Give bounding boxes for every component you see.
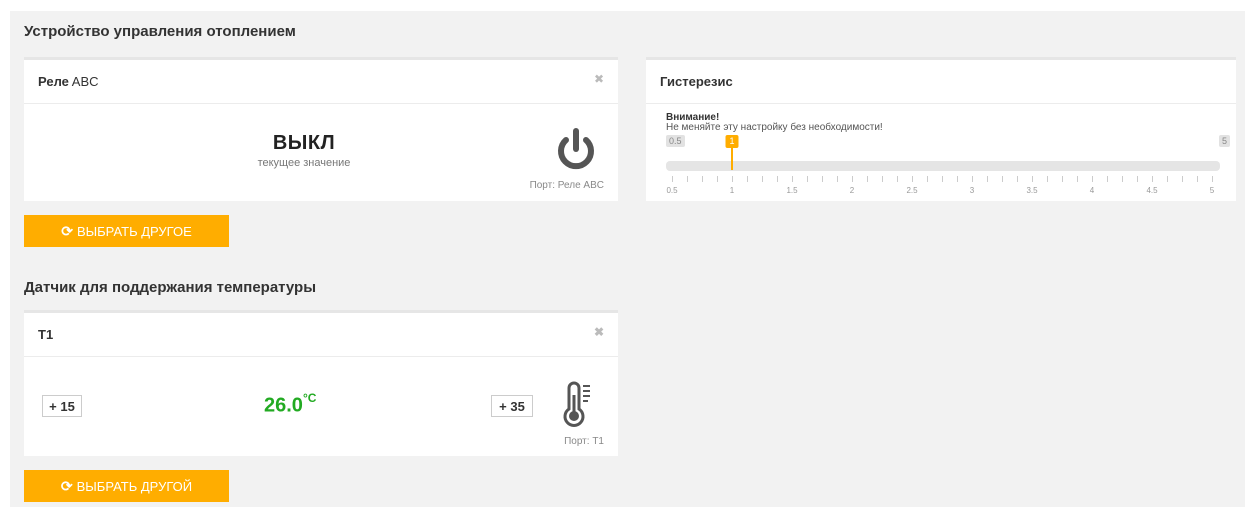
slider-tick: [1017, 176, 1018, 182]
relay-state-caption: текущее значение: [257, 157, 351, 169]
relay-card-header: Реле ABC ✖: [24, 60, 618, 104]
relay-title-rest: ABC: [68, 74, 99, 89]
max-temperature-box: + 35: [491, 395, 533, 417]
slider-tick-label: 1: [729, 186, 735, 195]
slider-handle[interactable]: [731, 148, 733, 170]
slider-tick: [897, 176, 898, 182]
slider-tick: [747, 176, 748, 182]
slider-tick: [672, 176, 673, 182]
thermometer-icon: [563, 381, 590, 427]
slider-tick: [837, 176, 838, 182]
relay-state: ВЫКЛ: [272, 132, 336, 154]
slider-tick: [1182, 176, 1183, 182]
slider-tick: [1167, 176, 1168, 182]
close-icon[interactable]: ✖: [594, 326, 604, 338]
select-other-sensor-button[interactable]: ⟳ ВЫБРАТЬ ДРУГОЙ: [24, 470, 229, 502]
slider-tick: [1032, 176, 1033, 182]
slider-tick-label: 4.5: [1146, 186, 1158, 195]
slider-tick-label: 2: [849, 186, 855, 195]
slider-tick: [1137, 176, 1138, 182]
slider-tick: [1152, 176, 1153, 182]
refresh-icon: ⟳: [61, 222, 73, 239]
close-icon[interactable]: ✖: [594, 73, 604, 85]
slider-tick: [942, 176, 943, 182]
slider-tick: [1062, 176, 1063, 182]
temperature-unit: °C: [302, 391, 317, 405]
slider-min-badge: 0.5: [666, 135, 685, 147]
slider-tick: [717, 176, 718, 182]
relay-card: Реле ABC ✖ ВЫКЛ текущее значение Порт: Р…: [24, 57, 618, 201]
slider-tick: [882, 176, 883, 182]
slider-track[interactable]: [666, 161, 1220, 171]
slider-tick: [762, 176, 763, 182]
sensor-name: T1: [38, 327, 54, 342]
slider-tick-label: 1.5: [786, 186, 798, 195]
hysteresis-card: Гистерезис Внимание! Не меняйте эту наст…: [646, 57, 1236, 201]
heating-settings-page: Устройство управления отоплением Реле AB…: [10, 11, 1245, 507]
slider-tick: [852, 176, 853, 182]
relay-value-block: ВЫКЛ текущее значение: [204, 132, 404, 169]
select-other-relay-button[interactable]: ⟳ ВЫБРАТЬ ДРУГОЕ: [24, 215, 229, 247]
slider-tick: [702, 176, 703, 182]
current-temperature-value: 26.0: [264, 394, 303, 417]
slider-tick: [927, 176, 928, 182]
slider-value-badge: 1: [725, 135, 739, 148]
slider-tick: [972, 176, 973, 182]
slider-tick: [1002, 176, 1003, 182]
slider-tick-label: 3: [969, 186, 975, 195]
slider-tick: [1197, 176, 1198, 182]
min-temperature-box: + 15: [42, 395, 82, 417]
slider-tick: [822, 176, 823, 182]
sensor-card: T1 ✖ + 15 26.0°C + 35 Порт: T1: [24, 310, 618, 456]
hysteresis-title: Гистерезис: [660, 74, 733, 89]
slider-max-badge: 5: [1218, 135, 1230, 147]
slider-tick-label: 3.5: [1026, 186, 1038, 195]
slider-tick: [732, 176, 733, 182]
slider-tick-label: 2.5: [906, 186, 918, 195]
slider-tick: [687, 176, 688, 182]
relay-port: Порт: Реле ABC: [529, 180, 604, 191]
slider-tick-label: 5: [1209, 186, 1215, 195]
slider-tick: [777, 176, 778, 182]
slider-tick: [1122, 176, 1123, 182]
slider-tick: [1047, 176, 1048, 182]
sensor-section-title: Датчик для поддержания температуры: [24, 279, 317, 296]
current-temperature: 26.0°C: [264, 391, 317, 418]
sensor-port: Порт: T1: [564, 436, 604, 447]
select-other-sensor-label: ВЫБРАТЬ ДРУГОЙ: [76, 478, 193, 494]
refresh-icon: ⟳: [60, 477, 73, 494]
slider-tick: [1212, 176, 1213, 182]
slider-tick: [912, 176, 913, 182]
slider-tick: [1092, 176, 1093, 182]
slider-tick: [987, 176, 988, 182]
sensor-card-header: T1 ✖: [24, 313, 618, 357]
slider-tick: [957, 176, 958, 182]
slider-tick: [867, 176, 868, 182]
relay-title-bold: Реле: [38, 74, 69, 89]
slider-tick: [1077, 176, 1078, 182]
slider-tick: [1107, 176, 1108, 182]
warning-text: Не меняйте эту настройку без необходимос…: [666, 122, 883, 133]
slider-tick-label: 0.5: [666, 186, 678, 195]
heating-section-title: Устройство управления отоплением: [24, 23, 296, 40]
slider-tick: [792, 176, 793, 182]
power-icon: [558, 128, 594, 170]
hysteresis-card-header: Гистерезис: [646, 60, 1236, 104]
select-other-relay-label: ВЫБРАТЬ ДРУГОЕ: [76, 223, 192, 239]
slider-tick-label: 4: [1089, 186, 1095, 195]
slider-tick: [807, 176, 808, 182]
